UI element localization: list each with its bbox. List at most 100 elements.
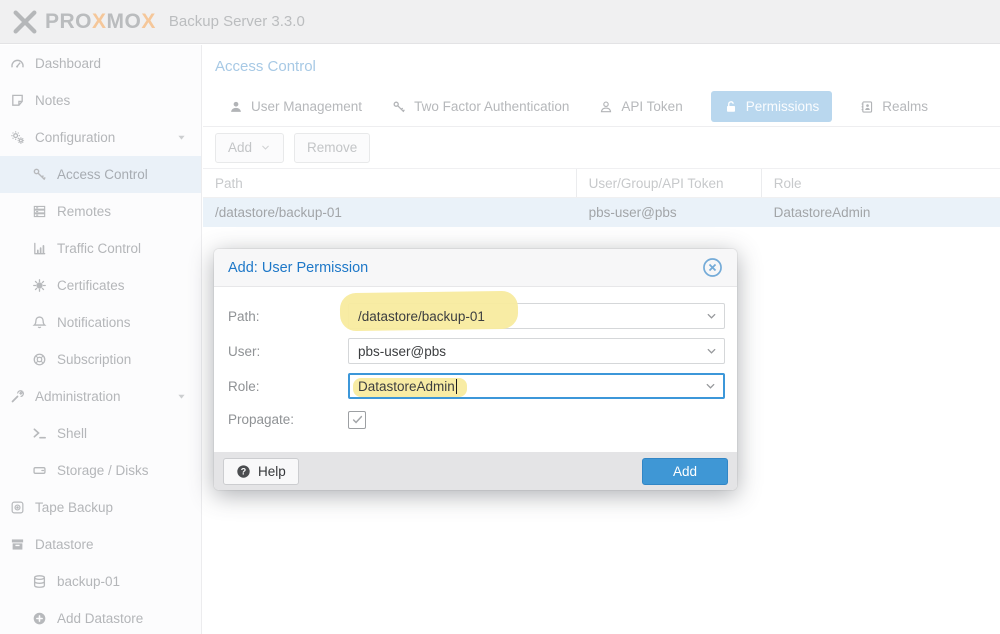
sidebar-item-label: Subscription [57, 352, 131, 367]
form-row-propagate: Propagate: [228, 411, 725, 428]
help-button[interactable]: ? Help [223, 458, 299, 485]
sidebar-item-notifications[interactable]: Notifications [0, 304, 201, 341]
brand-letter-segment: X [92, 10, 107, 33]
life-ring-icon [32, 352, 47, 367]
chevron-down-icon[interactable] [176, 132, 187, 143]
toolbar: Add Remove [203, 127, 1000, 169]
proxmox-wordmark: PROXMOX [45, 10, 156, 34]
table-row[interactable]: /datastore/backup-01pbs-user@pbsDatastor… [203, 198, 1000, 227]
check-icon [351, 413, 364, 426]
sidebar-item-remotes[interactable]: Remotes [0, 193, 201, 230]
chevron-down-icon[interactable] [176, 391, 187, 402]
sidebar-item-label: Tape Backup [35, 500, 113, 515]
svg-text:?: ? [241, 466, 246, 476]
path-combobox[interactable]: /datastore/backup-01 [348, 303, 725, 329]
terminal-icon [32, 426, 47, 441]
gears-icon [10, 130, 25, 145]
sidebar-item-shell[interactable]: Shell [0, 415, 201, 452]
proxmox-logo-icon [10, 8, 40, 36]
sidebar-item-label: Certificates [57, 278, 125, 293]
field-label-user: User: [228, 344, 348, 359]
column-header-path[interactable]: Path [203, 169, 577, 197]
sidebar-item-label: Add Datastore [57, 611, 143, 626]
sidebar-item-configuration[interactable]: Configuration [0, 119, 201, 156]
tab-permissions[interactable]: Permissions [711, 91, 833, 122]
remove-button-label: Remove [307, 140, 357, 155]
brand-letter-segment: X [141, 10, 156, 33]
user-combobox[interactable]: pbs-user@pbs [348, 338, 725, 364]
field-label-propagate: Propagate: [228, 412, 348, 427]
tab-bar: User Management Two Factor Authentication… [203, 87, 1000, 127]
server-icon [32, 204, 47, 219]
key-icon [392, 100, 406, 114]
brand-letter-segment: PRO [45, 10, 92, 33]
note-icon [10, 93, 25, 108]
sidebar-item-tape-backup[interactable]: Tape Backup [0, 489, 201, 526]
add-button-label: Add [228, 140, 252, 155]
field-value: /datastore/backup-01 [358, 309, 485, 324]
add-user-permission-dialog: Add: User Permission Path:/datastore/bac… [214, 249, 737, 490]
form-row-path: Path:/datastore/backup-01 [228, 303, 725, 329]
table-body: /datastore/backup-01pbs-user@pbsDatastor… [203, 198, 1000, 227]
column-header-role[interactable]: Role [762, 169, 1000, 197]
dialog-add-button[interactable]: Add [642, 458, 728, 485]
field-label-role: Role: [228, 379, 348, 394]
sidebar-item-label: Notes [35, 93, 70, 108]
form-row-role: Role:DatastoreAdmin [228, 373, 725, 399]
certificate-icon [32, 278, 47, 293]
tab-api-token[interactable]: API Token [597, 91, 684, 122]
tab-realms[interactable]: Realms [858, 91, 930, 122]
sidebar-item-backup-01[interactable]: backup-01 [0, 563, 201, 600]
user-icon [229, 100, 243, 114]
role-combobox[interactable]: DatastoreAdmin [348, 373, 725, 399]
top-bar: PROXMOX Backup Server 3.3.0 [0, 0, 1000, 44]
sidebar-item-access-control[interactable]: Access Control [0, 156, 201, 193]
sidebar-item-label: Storage / Disks [57, 463, 149, 478]
propagate-checkbox[interactable] [348, 411, 366, 429]
user-outline-icon [599, 100, 613, 114]
help-circle-icon: ? [236, 464, 251, 479]
tab-label: User Management [251, 99, 362, 114]
sidebar-item-storage-disks[interactable]: Storage / Disks [0, 452, 201, 489]
sidebar-item-label: Remotes [57, 204, 111, 219]
product-version-label: Backup Server 3.3.0 [169, 13, 305, 30]
dialog-title: Add: User Permission [228, 260, 702, 276]
database-icon [32, 574, 47, 589]
sidebar-item-label: Shell [57, 426, 87, 441]
tape-icon [10, 500, 25, 515]
dialog-footer: ? Help Add [214, 452, 737, 490]
unlock-icon [724, 100, 738, 114]
chevron-down-icon[interactable] [705, 310, 718, 323]
dialog-body: Path:/datastore/backup-01 User:pbs-user@p… [214, 287, 737, 452]
sidebar-item-datastore[interactable]: Datastore [0, 526, 201, 563]
add-button[interactable]: Add [215, 133, 284, 163]
sidebar-item-add-datastore[interactable]: Add Datastore [0, 600, 201, 634]
cell-user-group-api-token: pbs-user@pbs [577, 205, 762, 220]
help-button-label: Help [258, 464, 286, 479]
sidebar-item-subscription[interactable]: Subscription [0, 341, 201, 378]
chevron-down-icon[interactable] [704, 380, 717, 393]
permissions-table: PathUser/Group/API TokenRole /datastore/… [203, 169, 1000, 227]
close-icon[interactable] [702, 257, 723, 278]
sidebar-item-notes[interactable]: Notes [0, 82, 201, 119]
sidebar-item-label: Dashboard [35, 56, 101, 71]
sidebar-item-label: backup-01 [57, 574, 120, 589]
sidebar-item-administration[interactable]: Administration [0, 378, 201, 415]
sidebar-item-label: Configuration [35, 130, 115, 145]
datastore-box-icon [10, 537, 25, 552]
tab-user-management[interactable]: User Management [227, 91, 364, 122]
plus-circle-icon [32, 611, 47, 626]
brand-letter-segment: MO [107, 10, 142, 33]
address-book-icon [860, 100, 874, 114]
cell-path: /datastore/backup-01 [203, 205, 577, 220]
sidebar-item-dashboard[interactable]: Dashboard [0, 45, 201, 82]
wrench-icon [10, 389, 25, 404]
remove-button[interactable]: Remove [294, 133, 370, 163]
tab-two-factor-authentication[interactable]: Two Factor Authentication [390, 91, 571, 122]
column-header-user-group-api-token[interactable]: User/Group/API Token [577, 169, 762, 197]
sidebar-item-traffic-control[interactable]: Traffic Control [0, 230, 201, 267]
sidebar-item-certificates[interactable]: Certificates [0, 267, 201, 304]
traffic-icon [32, 241, 47, 256]
chevron-down-icon[interactable] [705, 345, 718, 358]
sidebar-nav: Dashboard Notes Configuration Access Contro… [0, 45, 202, 634]
